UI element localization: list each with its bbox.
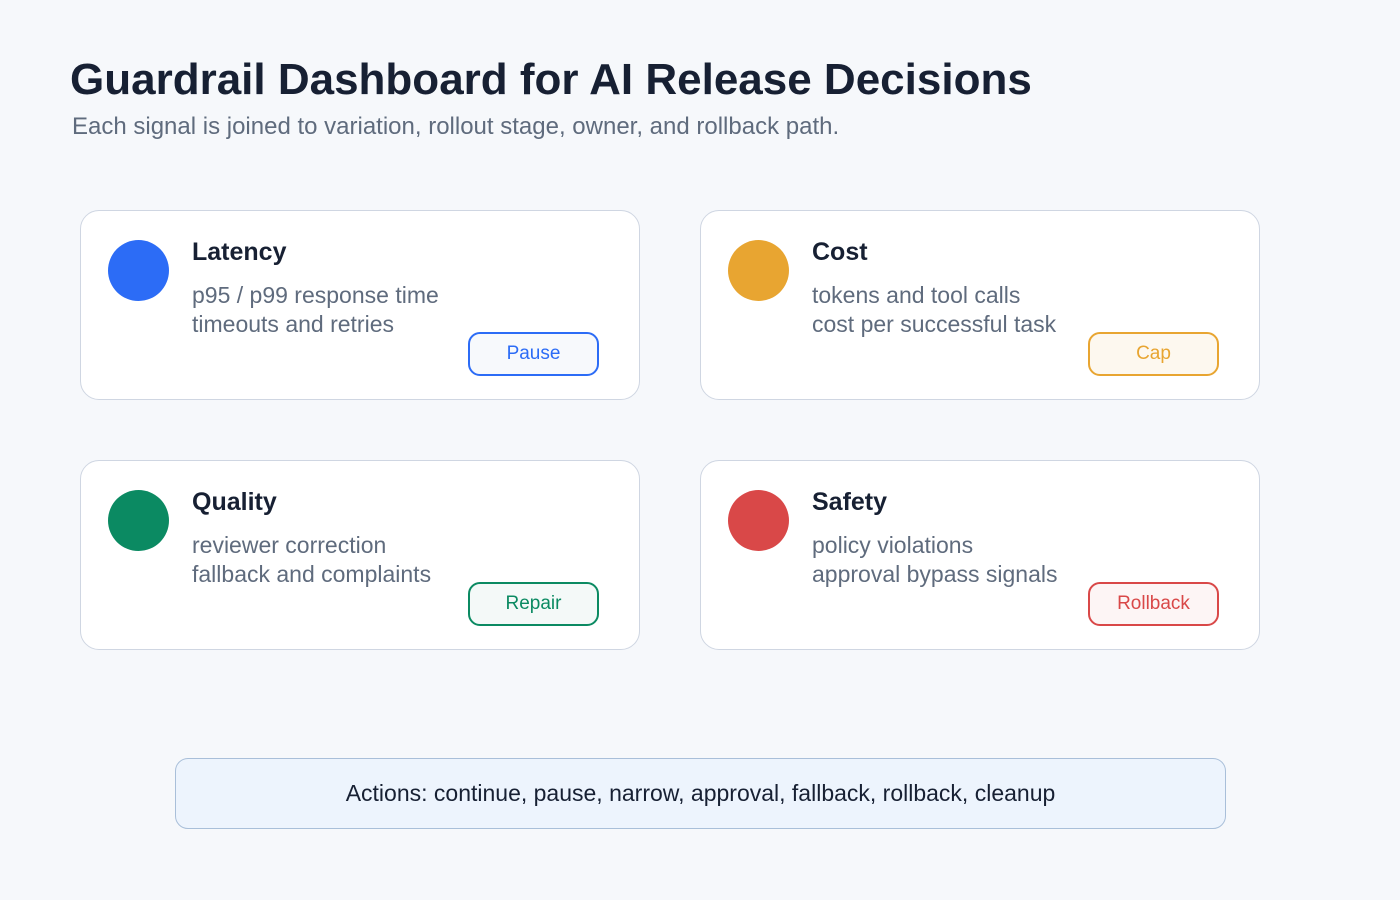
card-detail-line: cost per successful task	[812, 311, 1057, 337]
latency-status-dot	[108, 240, 169, 301]
card-title-latency: Latency	[192, 238, 287, 266]
card-title-cost: Cost	[812, 238, 868, 266]
actions-summary-bar: Actions: continue, pause, narrow, approv…	[175, 758, 1226, 829]
card-detail-line: fallback and complaints	[192, 561, 432, 587]
safety-status-dot	[728, 490, 789, 551]
card-detail-line: approval bypass signals	[812, 561, 1058, 587]
rollback-button[interactable]: Rollback	[1088, 582, 1219, 626]
card-detail-line: policy violations	[812, 532, 974, 558]
card-detail-line: p95 / p99 response time	[192, 282, 439, 308]
card-detail-line: timeouts and retries	[192, 311, 394, 337]
signal-card-latency: Latency p95 / p99 response time timeouts…	[80, 210, 640, 400]
card-detail-line: reviewer correction	[192, 532, 387, 558]
pause-button[interactable]: Pause	[468, 332, 599, 376]
page-title: Guardrail Dashboard for AI Release Decis…	[70, 55, 1032, 104]
card-title-quality: Quality	[192, 488, 277, 516]
cost-status-dot	[728, 240, 789, 301]
quality-status-dot	[108, 490, 169, 551]
cap-button[interactable]: Cap	[1088, 332, 1219, 376]
signal-card-cost: Cost tokens and tool calls cost per succ…	[700, 210, 1260, 400]
signal-card-safety: Safety policy violations approval bypass…	[700, 460, 1260, 650]
card-title-safety: Safety	[812, 488, 888, 516]
repair-button[interactable]: Repair	[468, 582, 599, 626]
page-subtitle: Each signal is joined to variation, roll…	[72, 113, 840, 140]
signal-card-quality: Quality reviewer correction fallback and…	[80, 460, 640, 650]
card-detail-line: tokens and tool calls	[812, 282, 1021, 308]
